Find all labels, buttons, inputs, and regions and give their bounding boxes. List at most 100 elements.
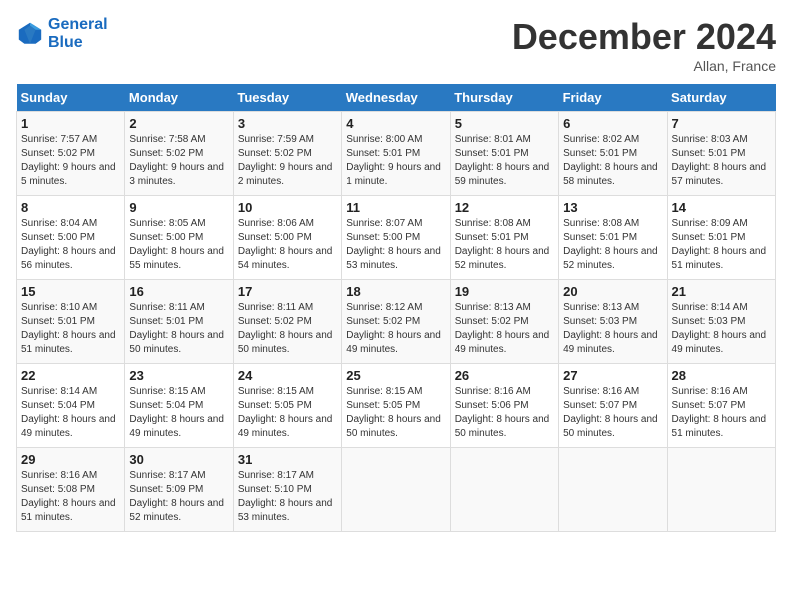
day-info: Sunrise: 8:06 AM Sunset: 5:00 PM Dayligh… <box>238 217 337 273</box>
calendar-week-5: 29 Sunrise: 8:16 AM Sunset: 5:08 PM Dayli… <box>17 448 776 532</box>
day-number: 19 <box>455 284 554 299</box>
calendar-cell: 5 Sunrise: 8:01 AM Sunset: 5:01 PM Daylig… <box>450 112 558 196</box>
header-day-sunday: Sunday <box>17 84 125 112</box>
calendar-cell: 19 Sunrise: 8:13 AM Sunset: 5:02 PM Dayli… <box>450 280 558 364</box>
day-number: 31 <box>238 452 337 467</box>
calendar-cell: 28 Sunrise: 8:16 AM Sunset: 5:07 PM Dayli… <box>667 364 775 448</box>
day-info: Sunrise: 8:15 AM Sunset: 5:04 PM Dayligh… <box>129 385 228 441</box>
day-number: 29 <box>21 452 120 467</box>
calendar-cell: 8 Sunrise: 8:04 AM Sunset: 5:00 PM Daylig… <box>17 196 125 280</box>
header-day-friday: Friday <box>559 84 667 112</box>
calendar-cell: 4Sunrise: 8:00 AM Sunset: 5:01 PM Daylig… <box>342 112 450 196</box>
calendar-cell <box>342 448 450 532</box>
logo-text: General Blue <box>48 16 108 52</box>
day-number: 16 <box>129 284 228 299</box>
day-number: 25 <box>346 368 445 383</box>
calendar-cell: 26 Sunrise: 8:16 AM Sunset: 5:06 PM Dayli… <box>450 364 558 448</box>
calendar-cell: 25 Sunrise: 8:15 AM Sunset: 5:05 PM Dayli… <box>342 364 450 448</box>
day-number: 14 <box>672 200 771 215</box>
calendar-cell: 7 Sunrise: 8:03 AM Sunset: 5:01 PM Daylig… <box>667 112 775 196</box>
day-info: Sunrise: 8:16 AM Sunset: 5:07 PM Dayligh… <box>672 385 771 441</box>
day-info: Sunrise: 8:09 AM Sunset: 5:01 PM Dayligh… <box>672 217 771 273</box>
logo-icon <box>16 20 44 48</box>
day-info: Sunrise: 8:14 AM Sunset: 5:03 PM Dayligh… <box>672 301 771 357</box>
day-info: Sunrise: 8:03 AM Sunset: 5:01 PM Dayligh… <box>672 133 771 189</box>
day-info: Sunrise: 8:17 AM Sunset: 5:09 PM Dayligh… <box>129 469 228 525</box>
calendar-cell: 14 Sunrise: 8:09 AM Sunset: 5:01 PM Dayli… <box>667 196 775 280</box>
calendar-cell <box>667 448 775 532</box>
header-row: SundayMondayTuesdayWednesdayThursdayFrid… <box>17 84 776 112</box>
calendar-cell: 27Sunrise: 8:16 AM Sunset: 5:07 PM Dayli… <box>559 364 667 448</box>
day-number: 15 <box>21 284 120 299</box>
header-day-wednesday: Wednesday <box>342 84 450 112</box>
day-info: Sunrise: 8:15 AM Sunset: 5:05 PM Dayligh… <box>346 385 445 441</box>
calendar-cell: 17 Sunrise: 8:11 AM Sunset: 5:02 PM Dayli… <box>233 280 341 364</box>
day-number: 3 <box>238 116 337 131</box>
day-info: Sunrise: 8:05 AM Sunset: 5:00 PM Dayligh… <box>129 217 228 273</box>
calendar-week-4: 22 Sunrise: 8:14 AM Sunset: 5:04 PM Dayli… <box>17 364 776 448</box>
header-day-thursday: Thursday <box>450 84 558 112</box>
calendar-cell: 23 Sunrise: 8:15 AM Sunset: 5:04 PM Dayli… <box>125 364 233 448</box>
day-info: Sunrise: 7:59 AM Sunset: 5:02 PM Dayligh… <box>238 133 337 189</box>
day-number: 17 <box>238 284 337 299</box>
calendar-cell: 9Sunrise: 8:05 AM Sunset: 5:00 PM Daylig… <box>125 196 233 280</box>
day-number: 22 <box>21 368 120 383</box>
calendar-cell <box>559 448 667 532</box>
day-info: Sunrise: 8:10 AM Sunset: 5:01 PM Dayligh… <box>21 301 120 357</box>
day-number: 6 <box>563 116 662 131</box>
calendar-cell: 10 Sunrise: 8:06 AM Sunset: 5:00 PM Dayli… <box>233 196 341 280</box>
calendar-cell: 16 Sunrise: 8:11 AM Sunset: 5:01 PM Dayli… <box>125 280 233 364</box>
calendar-cell: 15 Sunrise: 8:10 AM Sunset: 5:01 PM Dayli… <box>17 280 125 364</box>
calendar-cell: 6 Sunrise: 8:02 AM Sunset: 5:01 PM Daylig… <box>559 112 667 196</box>
day-number: 21 <box>672 284 771 299</box>
calendar-cell: 13Sunrise: 8:08 AM Sunset: 5:01 PM Dayli… <box>559 196 667 280</box>
day-number: 5 <box>455 116 554 131</box>
calendar-cell: 30Sunrise: 8:17 AM Sunset: 5:09 PM Dayli… <box>125 448 233 532</box>
day-number: 23 <box>129 368 228 383</box>
day-info: Sunrise: 8:16 AM Sunset: 5:08 PM Dayligh… <box>21 469 120 525</box>
location: Allan, France <box>512 58 776 74</box>
calendar-cell: 3 Sunrise: 7:59 AM Sunset: 5:02 PM Daylig… <box>233 112 341 196</box>
day-info: Sunrise: 8:15 AM Sunset: 5:05 PM Dayligh… <box>238 385 337 441</box>
day-number: 8 <box>21 200 120 215</box>
calendar-cell: 24 Sunrise: 8:15 AM Sunset: 5:05 PM Dayli… <box>233 364 341 448</box>
day-info: Sunrise: 8:08 AM Sunset: 5:01 PM Dayligh… <box>563 217 662 273</box>
calendar-cell: 2Sunrise: 7:58 AM Sunset: 5:02 PM Daylig… <box>125 112 233 196</box>
title-area: December 2024 Allan, France <box>512 16 776 74</box>
day-number: 27 <box>563 368 662 383</box>
day-number: 28 <box>672 368 771 383</box>
header-day-monday: Monday <box>125 84 233 112</box>
day-info: Sunrise: 8:02 AM Sunset: 5:01 PM Dayligh… <box>563 133 662 189</box>
day-number: 20 <box>563 284 662 299</box>
calendar-cell: 12Sunrise: 8:08 AM Sunset: 5:01 PM Dayli… <box>450 196 558 280</box>
calendar-cell: 20 Sunrise: 8:13 AM Sunset: 5:03 PM Dayli… <box>559 280 667 364</box>
page-header: General Blue December 2024 Allan, France <box>16 16 776 74</box>
day-info: Sunrise: 8:04 AM Sunset: 5:00 PM Dayligh… <box>21 217 120 273</box>
day-info: Sunrise: 8:14 AM Sunset: 5:04 PM Dayligh… <box>21 385 120 441</box>
calendar-cell: 21 Sunrise: 8:14 AM Sunset: 5:03 PM Dayli… <box>667 280 775 364</box>
calendar-table: SundayMondayTuesdayWednesdayThursdayFrid… <box>16 84 776 532</box>
day-number: 18 <box>346 284 445 299</box>
day-info: Sunrise: 8:13 AM Sunset: 5:02 PM Dayligh… <box>455 301 554 357</box>
day-info: Sunrise: 8:11 AM Sunset: 5:01 PM Dayligh… <box>129 301 228 357</box>
header-day-saturday: Saturday <box>667 84 775 112</box>
day-info: Sunrise: 8:07 AM Sunset: 5:00 PM Dayligh… <box>346 217 445 273</box>
calendar-cell: 18Sunrise: 8:12 AM Sunset: 5:02 PM Dayli… <box>342 280 450 364</box>
day-number: 4 <box>346 116 445 131</box>
month-title: December 2024 <box>512 16 776 58</box>
day-info: Sunrise: 8:08 AM Sunset: 5:01 PM Dayligh… <box>455 217 554 273</box>
calendar-cell: 11 Sunrise: 8:07 AM Sunset: 5:00 PM Dayli… <box>342 196 450 280</box>
day-number: 7 <box>672 116 771 131</box>
day-number: 26 <box>455 368 554 383</box>
day-info: Sunrise: 8:13 AM Sunset: 5:03 PM Dayligh… <box>563 301 662 357</box>
day-number: 2 <box>129 116 228 131</box>
day-number: 11 <box>346 200 445 215</box>
day-info: Sunrise: 8:11 AM Sunset: 5:02 PM Dayligh… <box>238 301 337 357</box>
calendar-week-2: 8 Sunrise: 8:04 AM Sunset: 5:00 PM Daylig… <box>17 196 776 280</box>
calendar-cell: 29 Sunrise: 8:16 AM Sunset: 5:08 PM Dayli… <box>17 448 125 532</box>
day-number: 10 <box>238 200 337 215</box>
day-info: Sunrise: 8:16 AM Sunset: 5:06 PM Dayligh… <box>455 385 554 441</box>
day-info: Sunrise: 8:01 AM Sunset: 5:01 PM Dayligh… <box>455 133 554 189</box>
day-number: 24 <box>238 368 337 383</box>
calendar-cell: 31Sunrise: 8:17 AM Sunset: 5:10 PM Dayli… <box>233 448 341 532</box>
